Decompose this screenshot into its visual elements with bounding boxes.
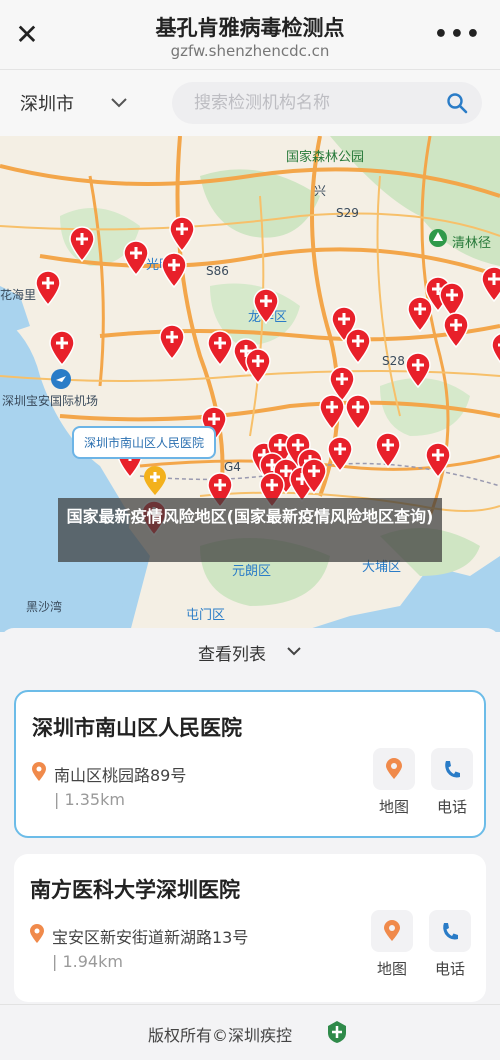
map-button[interactable]: 地图 xyxy=(370,910,414,980)
more-options-icon[interactable]: ••• xyxy=(434,22,482,47)
hospital-card[interactable]: 南方医科大学深圳医院 宝安区新安街道新湖路13号 | 1.94km 地图 电话 xyxy=(14,854,486,1002)
hospital-card[interactable]: 深圳市南山区人民医院 南山区桃园路89号 | 1.35km 地图 电话 xyxy=(14,690,486,838)
map-label-tunmen: 屯门区 xyxy=(186,608,226,623)
hospital-map-pin-icon[interactable] xyxy=(344,328,372,364)
location-icon xyxy=(386,758,402,779)
hospital-distance: | 1.94km xyxy=(52,952,123,971)
map-label-s28: S28 xyxy=(382,354,405,368)
selected-location-pin-icon[interactable] xyxy=(142,466,168,496)
map-label-heishawan: 黑沙湾 xyxy=(26,600,63,614)
map-callout[interactable]: 深圳市南山区人民医院 xyxy=(72,426,217,459)
map-button-label: 地图 xyxy=(378,798,409,816)
phone-button-icon-box xyxy=(429,910,471,952)
hospital-map-pin-icon[interactable] xyxy=(158,324,186,360)
chevron-down-icon xyxy=(287,647,301,656)
hospital-map-pin-icon[interactable] xyxy=(122,240,150,276)
cdc-logo-icon xyxy=(328,1021,346,1043)
map-label-huahaili: 花海里 xyxy=(0,288,37,302)
hospital-map-pin-icon[interactable] xyxy=(168,216,196,252)
location-icon xyxy=(384,920,400,941)
airport-icon xyxy=(51,369,71,389)
hospital-map-pin-icon[interactable] xyxy=(442,312,470,348)
map-label-s29: S29 xyxy=(336,206,359,220)
hospital-map-pin-icon[interactable] xyxy=(206,330,234,366)
hospital-address: 宝安区新安街道新湖路13号 xyxy=(52,928,249,947)
hospital-map-pin-icon[interactable] xyxy=(318,394,346,430)
page-url: gzfw.shenzhencdc.cn xyxy=(170,42,330,60)
phone-button-label: 电话 xyxy=(434,960,465,978)
map-button-label: 地图 xyxy=(376,960,407,978)
search-box xyxy=(172,82,482,124)
phone-icon xyxy=(443,923,458,940)
hospital-map-pin-icon[interactable] xyxy=(424,442,452,478)
phone-button[interactable]: 电话 xyxy=(428,910,472,980)
city-selector[interactable]: 深圳市 xyxy=(20,90,74,116)
map-label-park: 国家森林公园 xyxy=(286,150,365,165)
hospital-map-pin-icon[interactable] xyxy=(404,352,432,388)
list-toggle[interactable]: 查看列表 xyxy=(0,628,500,674)
park-icon xyxy=(429,229,447,247)
hospital-address: 南山区桃园路89号 xyxy=(54,766,187,785)
hospital-distance: | 1.35km xyxy=(54,790,125,809)
phone-icon xyxy=(445,761,460,778)
map-label-airport: 深圳宝安国际机场 xyxy=(2,394,99,408)
phone-button-label: 电话 xyxy=(436,798,467,816)
hospital-map-pin-icon[interactable] xyxy=(244,348,272,384)
map-label-s86: S86 xyxy=(206,264,229,278)
hospital-map-pin-icon[interactable] xyxy=(252,288,280,324)
hospital-map-pin-icon[interactable] xyxy=(490,332,500,368)
hospital-name: 深圳市南山区人民医院 xyxy=(32,716,242,740)
hospital-map-pin-icon[interactable] xyxy=(48,330,76,366)
header-bar: ✕ 基孔肯雅病毒检测点 gzfw.shenzhencdc.cn ••• xyxy=(0,0,500,70)
phone-button-icon-box xyxy=(431,748,473,790)
map-button-icon-box xyxy=(371,910,413,952)
map-label-qinglinjing: 清林径 xyxy=(452,236,492,251)
hospital-map-pin-icon[interactable] xyxy=(344,394,372,430)
footer: 版权所有©深圳疾控 xyxy=(0,1004,500,1060)
hospital-map-pin-icon[interactable] xyxy=(34,270,62,306)
search-input[interactable] xyxy=(194,82,434,124)
map-label-yuanlang: 元朗区 xyxy=(232,564,272,579)
hospital-map-pin-icon[interactable] xyxy=(374,432,402,468)
location-pin-icon xyxy=(30,924,44,943)
phone-button[interactable]: 电话 xyxy=(430,748,474,818)
map-button[interactable]: 地图 xyxy=(372,748,416,818)
search-bar: 深圳市 xyxy=(0,70,500,136)
map-button-icon-box xyxy=(373,748,415,790)
hospital-map-pin-icon[interactable] xyxy=(300,458,328,494)
search-icon[interactable] xyxy=(446,92,468,114)
hospital-name: 南方医科大学深圳医院 xyxy=(30,878,240,902)
overlay-banner: 国家最新疫情风险地区(国家最新疫情风险地区查询) xyxy=(58,498,442,562)
location-pin-icon xyxy=(32,762,46,781)
hospital-map-pin-icon[interactable] xyxy=(480,266,500,302)
hospital-map-pin-icon[interactable] xyxy=(68,226,96,262)
hospital-map-pin-icon[interactable] xyxy=(326,436,354,472)
map-label-xiong: 兴 xyxy=(314,184,327,198)
list-toggle-label: 查看列表 xyxy=(198,645,266,665)
chevron-down-icon[interactable] xyxy=(108,91,130,113)
copyright-text: 版权所有©深圳疾控 xyxy=(148,1026,293,1045)
page-title: 基孔肯雅病毒检测点 xyxy=(155,16,345,40)
hospital-map-pin-icon[interactable] xyxy=(160,252,188,288)
